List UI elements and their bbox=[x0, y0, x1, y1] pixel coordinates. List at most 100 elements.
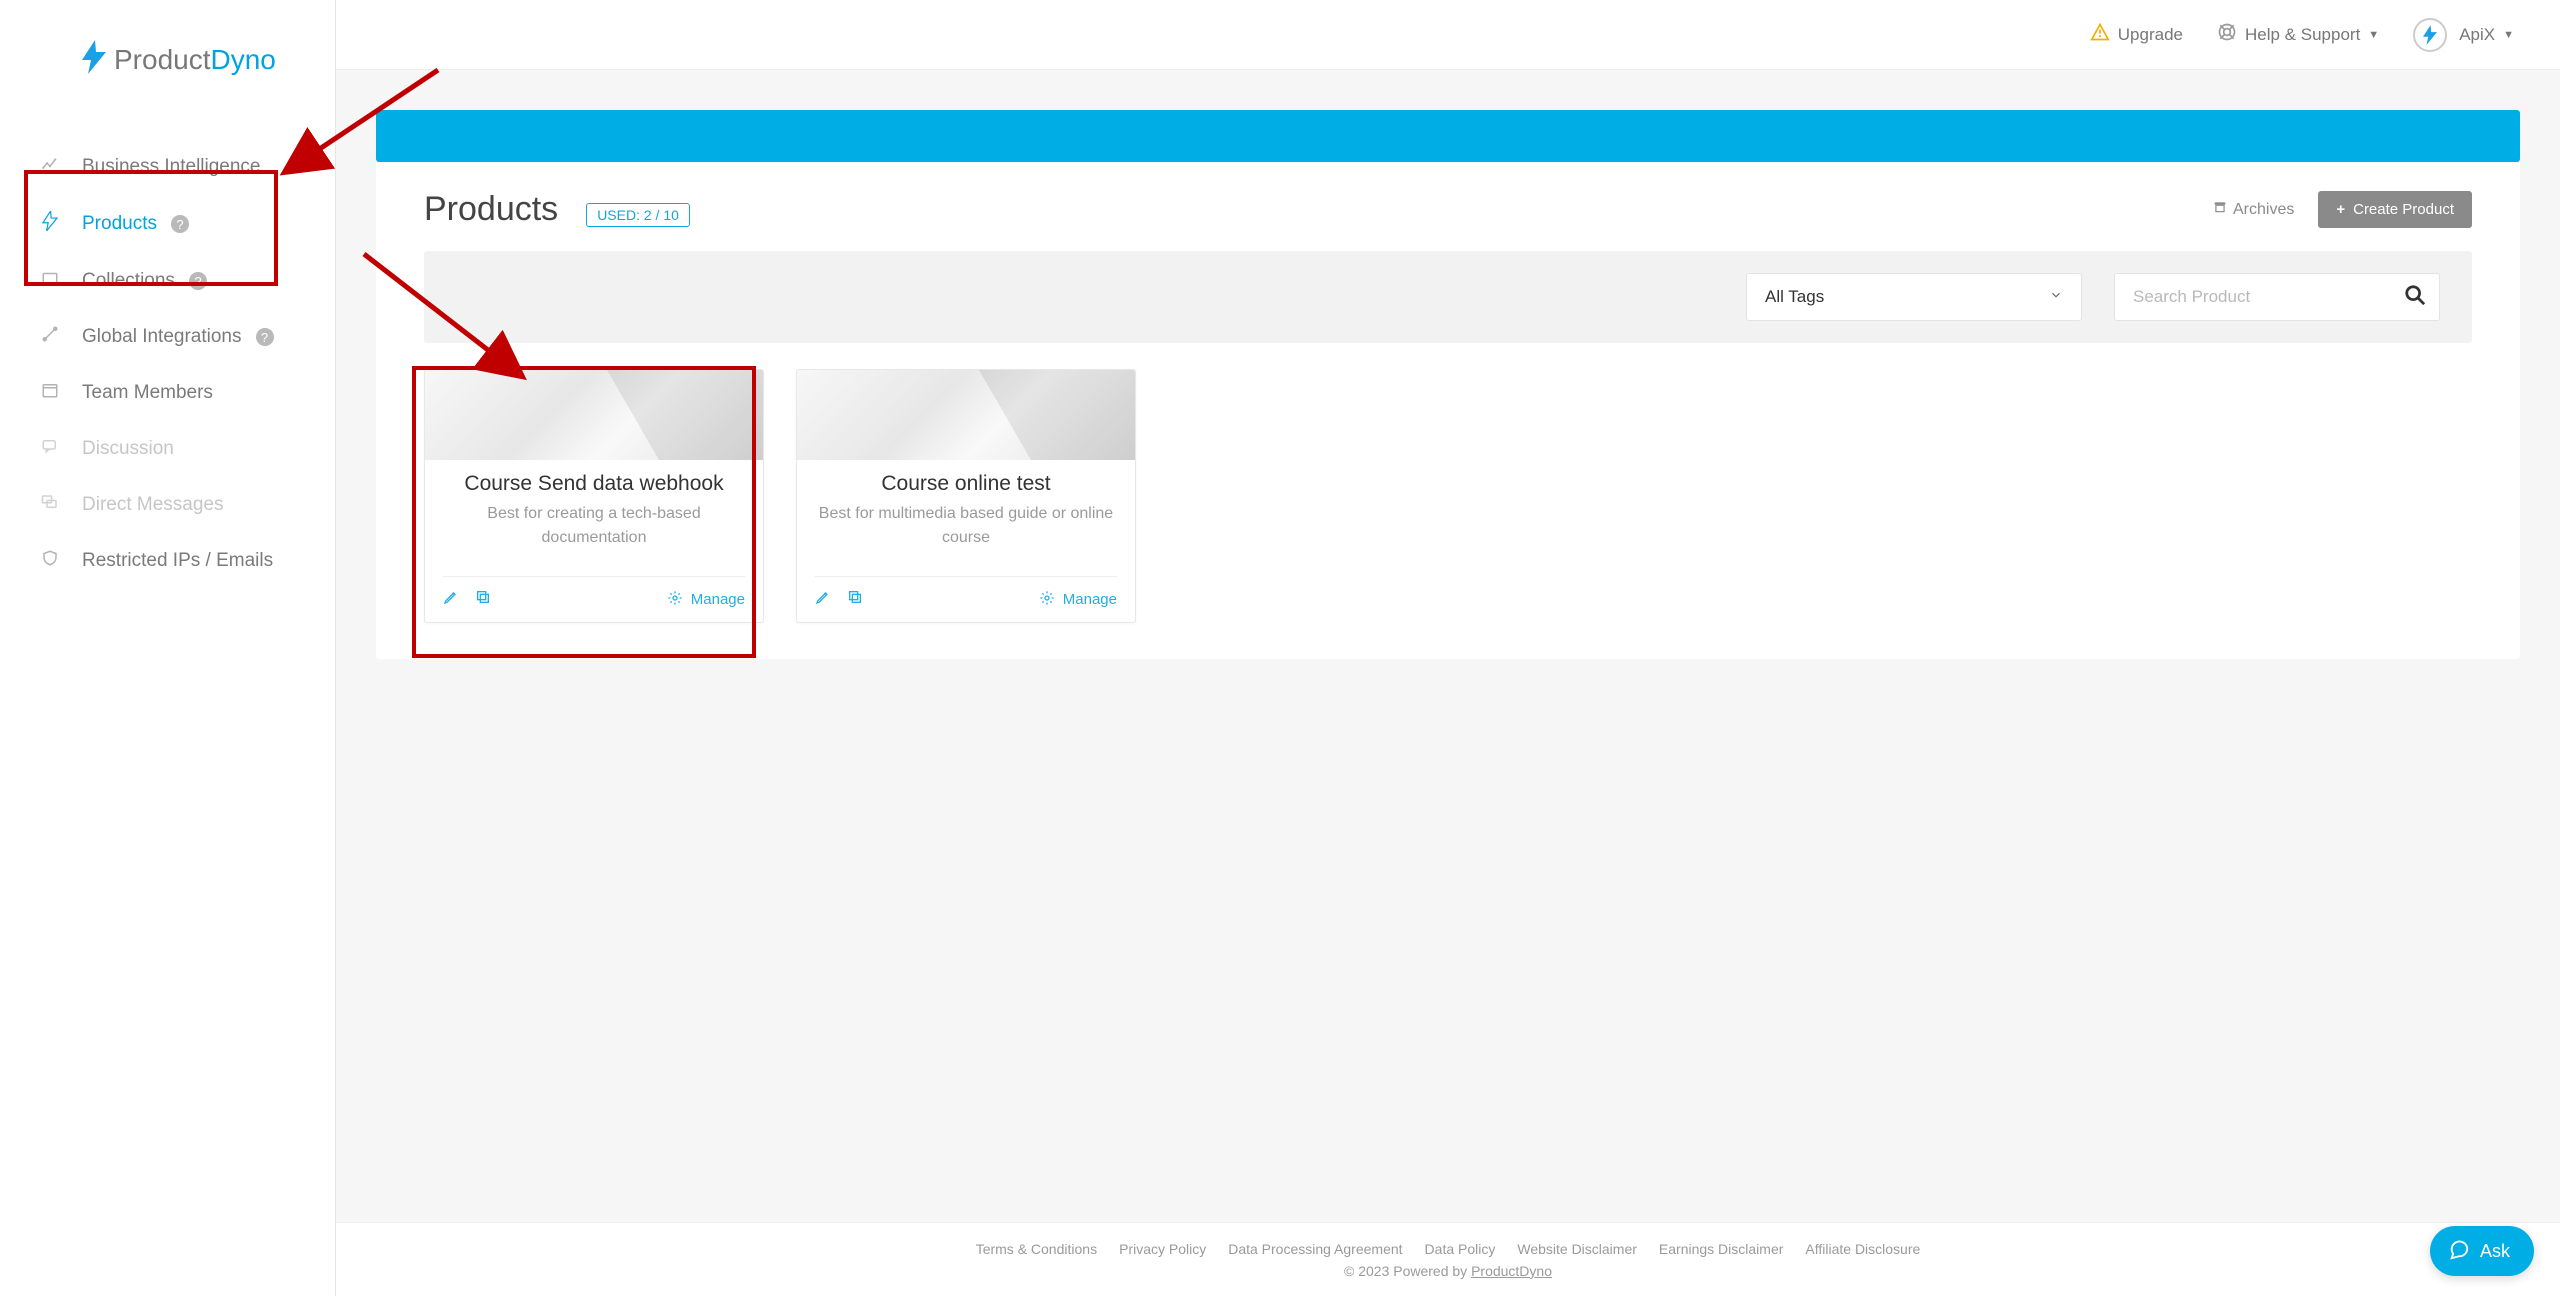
header-banner bbox=[376, 110, 2520, 162]
edit-icon[interactable] bbox=[443, 589, 459, 610]
messages-icon bbox=[36, 493, 64, 517]
product-footer: Manage bbox=[443, 576, 745, 622]
product-footer: Manage bbox=[815, 576, 1117, 622]
annotation-arrow-2 bbox=[364, 254, 544, 384]
warning-triangle-icon bbox=[2090, 22, 2110, 47]
products-panel: Products USED: 2 / 10 Archives + Create … bbox=[376, 162, 2520, 659]
page-title: Products bbox=[424, 190, 558, 229]
chevron-down-icon bbox=[2049, 287, 2063, 307]
archive-icon bbox=[2213, 200, 2227, 219]
chat-icon bbox=[36, 437, 64, 461]
help-icon[interactable]: ? bbox=[189, 272, 207, 290]
footer-link[interactable]: Privacy Policy bbox=[1119, 1241, 1206, 1257]
filter-bar: All Tags bbox=[424, 251, 2472, 343]
product-card[interactable]: Course Send data webhook Best for creatin… bbox=[424, 369, 764, 623]
archives-link[interactable]: Archives bbox=[2213, 200, 2294, 219]
search-icon bbox=[2404, 284, 2426, 311]
sidebar-item-label: Restricted IPs / Emails bbox=[82, 550, 273, 572]
upgrade-label: Upgrade bbox=[2118, 25, 2183, 45]
copy-icon[interactable] bbox=[847, 589, 863, 610]
caret-down-icon: ▼ bbox=[2503, 29, 2514, 41]
create-product-label: Create Product bbox=[2353, 201, 2454, 218]
footer-brand-link[interactable]: ProductDyno bbox=[1471, 1263, 1552, 1279]
sidebar-item-label: Global Integrations bbox=[82, 326, 242, 348]
sidebar-nav: Business IntelligenceProducts?Collection… bbox=[0, 139, 335, 589]
user-menu[interactable]: ApiX ▼ bbox=[2413, 18, 2514, 52]
user-name: ApiX bbox=[2459, 25, 2495, 45]
sidebar-item-label: Collections bbox=[82, 270, 175, 292]
manage-label: Manage bbox=[1063, 591, 1117, 608]
sidebar-item-direct-messages[interactable]: Direct Messages bbox=[0, 477, 335, 533]
product-title: Course Send data webhook bbox=[445, 472, 743, 496]
sidebar-item-collections[interactable]: Collections? bbox=[0, 253, 335, 309]
product-title: Course online test bbox=[817, 472, 1115, 496]
product-description: Best for creating a tech-based documenta… bbox=[445, 502, 743, 550]
plus-icon: + bbox=[2336, 201, 2345, 218]
search-input[interactable] bbox=[2114, 273, 2390, 321]
footer-links: Terms & Conditions Privacy Policy Data Pro… bbox=[976, 1241, 1921, 1257]
sidebar: ProductDyno Business Intelligence Product… bbox=[0, 0, 336, 1296]
sidebar-item-discussion[interactable]: Discussion bbox=[0, 421, 335, 477]
footer-link[interactable]: Website Disclaimer bbox=[1517, 1241, 1637, 1257]
footer-link[interactable]: Earnings Disclaimer bbox=[1659, 1241, 1783, 1257]
product-card[interactable]: Course online test Best for multimedia ba… bbox=[796, 369, 1136, 623]
edit-icon[interactable] bbox=[815, 589, 831, 610]
tag-filter-select[interactable]: All Tags bbox=[1746, 273, 2082, 321]
tag-selected-label: All Tags bbox=[1765, 287, 1824, 307]
help-icon[interactable]: ? bbox=[256, 328, 274, 346]
panel-header: Products USED: 2 / 10 Archives + Create … bbox=[424, 190, 2472, 229]
folder-icon bbox=[36, 269, 64, 293]
sidebar-item-team-members[interactable]: Team Members bbox=[0, 365, 335, 421]
sidebar-item-label: Products bbox=[82, 213, 157, 235]
gear-icon bbox=[667, 590, 683, 610]
search-group bbox=[2114, 273, 2440, 321]
footer: Terms & Conditions Privacy Policy Data Pro… bbox=[336, 1222, 2560, 1296]
ask-label: Ask bbox=[2480, 1241, 2510, 1262]
footer-copyright: © 2023 Powered by ProductDyno bbox=[1344, 1263, 1552, 1279]
main-content: Products USED: 2 / 10 Archives + Create … bbox=[336, 70, 2560, 1296]
sidebar-item-global-integrations[interactable]: Global Integrations? bbox=[0, 309, 335, 365]
archives-label: Archives bbox=[2233, 201, 2294, 219]
footer-link[interactable]: Data Processing Agreement bbox=[1228, 1241, 1402, 1257]
create-product-button[interactable]: + Create Product bbox=[2318, 191, 2472, 228]
footer-link[interactable]: Data Policy bbox=[1425, 1241, 1496, 1257]
footer-link[interactable]: Terms & Conditions bbox=[976, 1241, 1097, 1257]
bolt-icon bbox=[82, 40, 106, 79]
avatar bbox=[2413, 18, 2447, 52]
help-label: Help & Support bbox=[2245, 25, 2360, 45]
help-icon[interactable]: ? bbox=[171, 215, 189, 233]
topbar: Upgrade Help & Support ▼ ApiX ▼ bbox=[336, 0, 2560, 70]
usage-badge: USED: 2 / 10 bbox=[586, 203, 690, 227]
bolt-icon bbox=[36, 211, 64, 237]
search-button[interactable] bbox=[2390, 273, 2440, 321]
sidebar-item-label: Direct Messages bbox=[82, 494, 224, 516]
product-description: Best for multimedia based guide or onlin… bbox=[817, 502, 1115, 550]
help-support-menu[interactable]: Help & Support ▼ bbox=[2217, 22, 2379, 47]
gear-icon bbox=[1039, 590, 1055, 610]
product-body: Course Send data webhook Best for creatin… bbox=[425, 460, 763, 576]
sidebar-item-restricted-ips-emails[interactable]: Restricted IPs / Emails bbox=[0, 533, 335, 589]
chat-bubble-icon bbox=[2448, 1238, 2470, 1265]
sidebar-item-label: Business Intelligence bbox=[82, 156, 261, 178]
shield-icon bbox=[36, 549, 64, 573]
ask-chat-widget[interactable]: Ask bbox=[2430, 1226, 2534, 1276]
caret-down-icon: ▼ bbox=[2368, 29, 2379, 41]
product-grid: Course Send data webhook Best for creatin… bbox=[424, 343, 2472, 649]
footer-link[interactable]: Affiliate Disclosure bbox=[1805, 1241, 1920, 1257]
manage-link[interactable]: Manage bbox=[667, 590, 745, 610]
tools-icon bbox=[36, 325, 64, 349]
copy-icon[interactable] bbox=[475, 589, 491, 610]
manage-link[interactable]: Manage bbox=[1039, 590, 1117, 610]
product-body: Course online test Best for multimedia ba… bbox=[797, 460, 1135, 576]
lifebuoy-icon bbox=[2217, 22, 2237, 47]
upgrade-link[interactable]: Upgrade bbox=[2090, 22, 2183, 47]
sidebar-item-label: Team Members bbox=[82, 382, 213, 404]
sidebar-item-label: Discussion bbox=[82, 438, 174, 460]
product-thumbnail bbox=[797, 370, 1135, 460]
manage-label: Manage bbox=[691, 591, 745, 608]
chart-line-icon bbox=[36, 155, 64, 179]
annotation-arrow-1 bbox=[278, 70, 448, 180]
brand-name: ProductDyno bbox=[114, 44, 276, 76]
sidebar-item-products[interactable]: Products? bbox=[0, 195, 335, 253]
calendar-icon bbox=[36, 381, 64, 405]
